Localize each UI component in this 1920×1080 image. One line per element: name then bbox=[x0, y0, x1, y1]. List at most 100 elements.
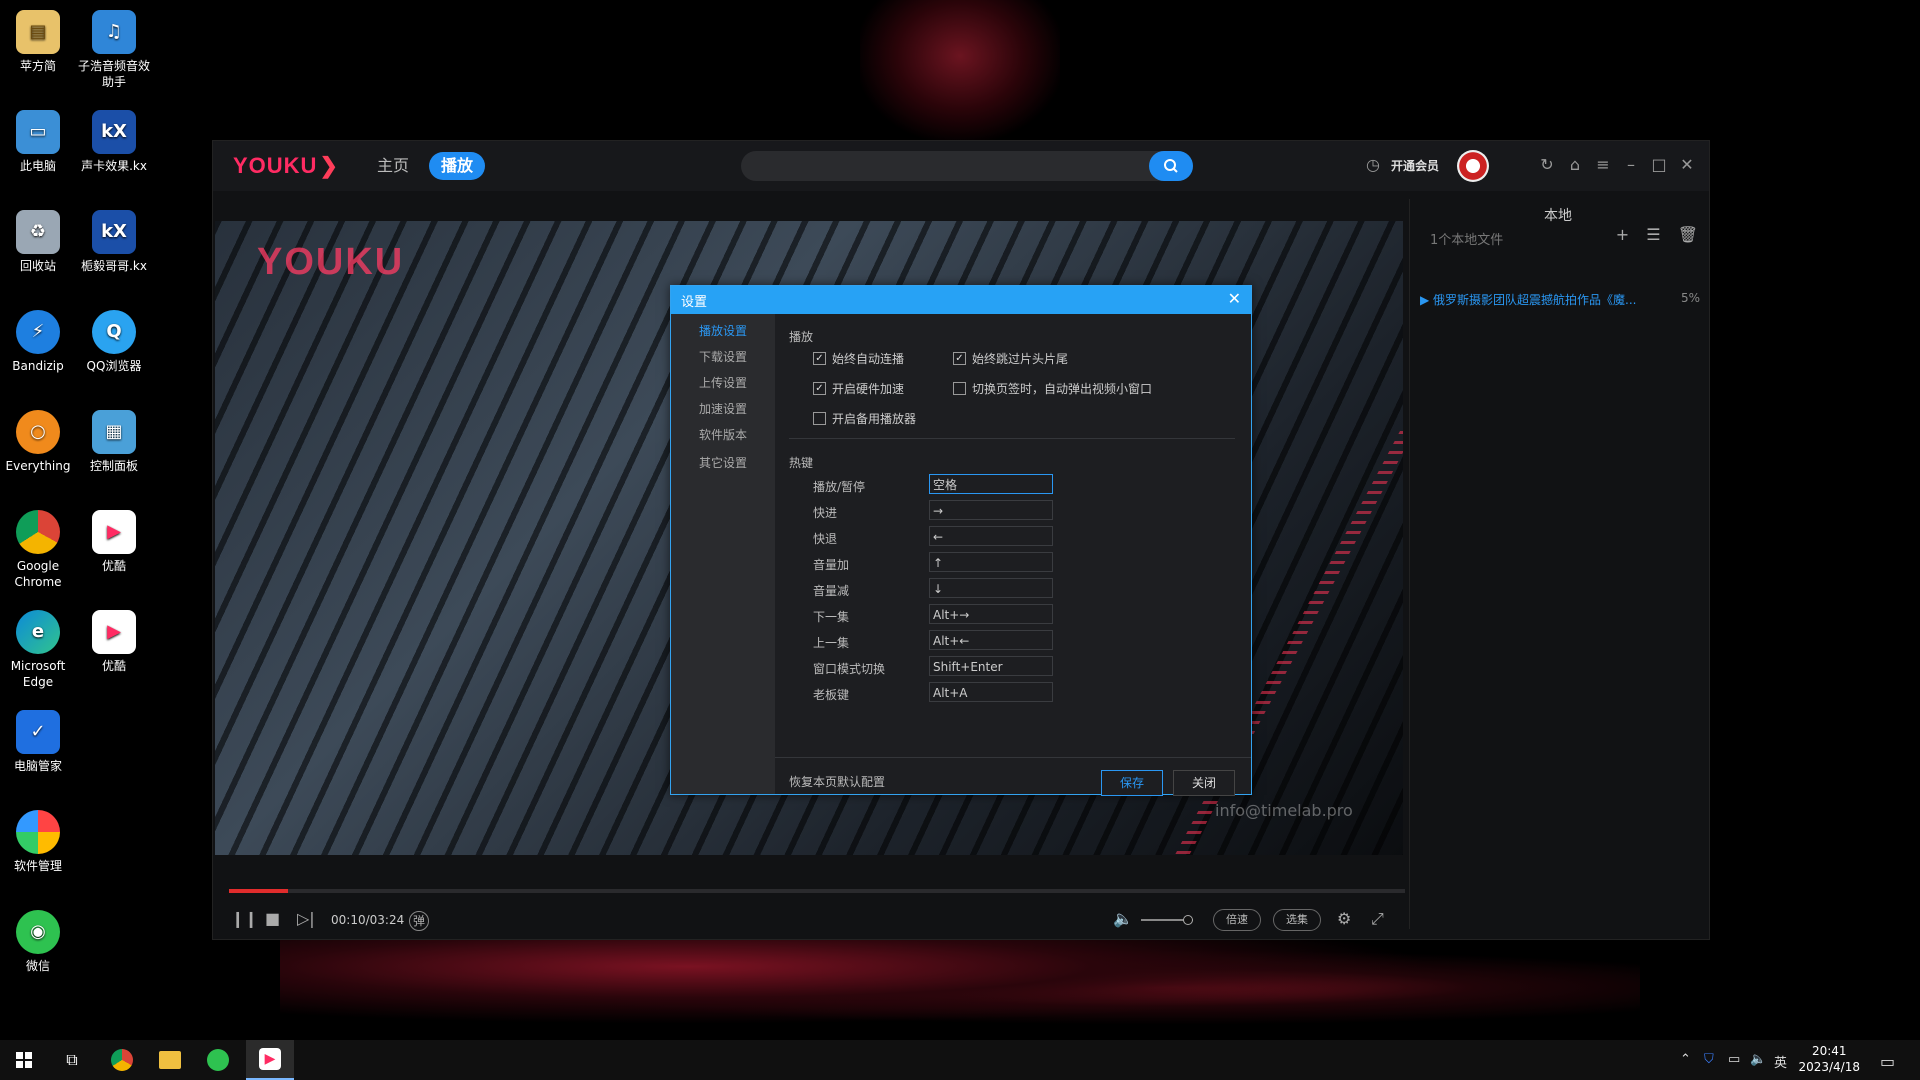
avatar[interactable] bbox=[1457, 150, 1489, 182]
desktop-icon-soundcard-kx[interactable]: kX 声卡效果.kx bbox=[76, 110, 152, 174]
speed-button[interactable]: 倍速 bbox=[1213, 909, 1261, 931]
history-icon[interactable]: ◷ bbox=[1363, 155, 1383, 175]
tab-upload-settings[interactable]: 上传设置 bbox=[699, 374, 747, 391]
nav-play[interactable]: 播放 bbox=[429, 152, 486, 180]
tab-download-settings[interactable]: 下载设置 bbox=[699, 348, 747, 365]
ime-indicator[interactable]: 英 bbox=[1774, 1052, 1787, 1071]
hotkey-input-volume-down[interactable]: ↓ bbox=[929, 578, 1053, 598]
checkbox-empty-icon[interactable] bbox=[953, 382, 966, 395]
search-input[interactable] bbox=[753, 155, 1137, 179]
desktop-icon-wechat[interactable]: ◉ 微信 bbox=[0, 910, 76, 974]
hotkey-input-prev-episode[interactable]: Alt+← bbox=[929, 630, 1053, 650]
volume-knob[interactable] bbox=[1183, 915, 1193, 925]
tray-chevron-icon[interactable]: ⌃ bbox=[1680, 1052, 1691, 1067]
desktop-icon-software-manager[interactable]: 软件管理 bbox=[0, 810, 76, 874]
tab-other-settings[interactable]: 其它设置 bbox=[699, 454, 747, 471]
nav-home[interactable]: 主页 bbox=[365, 152, 421, 180]
close-icon[interactable]: ✕ bbox=[1677, 155, 1697, 175]
progress-bar[interactable] bbox=[229, 889, 1405, 893]
close-button[interactable]: 关闭 bbox=[1173, 770, 1235, 796]
episodes-button[interactable]: 选集 bbox=[1273, 909, 1321, 931]
close-icon[interactable]: ✕ bbox=[1228, 289, 1241, 308]
local-tab[interactable]: 本地 bbox=[1410, 205, 1706, 225]
clock[interactable]: 20:41 2023/4/18 bbox=[1798, 1043, 1860, 1075]
stop-icon[interactable]: ■ bbox=[265, 909, 280, 928]
desktop-icon-pc-manager[interactable]: ✓ 电脑管家 bbox=[0, 710, 76, 774]
desktop-icon-youku-2[interactable]: ▶ 优酷 bbox=[76, 610, 152, 674]
hotkey-label: 音量减 bbox=[813, 584, 850, 598]
hotkey-input-next-episode[interactable]: Alt+→ bbox=[929, 604, 1053, 624]
hotkey-input-window-mode[interactable]: Shift+Enter bbox=[929, 656, 1053, 676]
speaker-icon[interactable]: 🔈 bbox=[1750, 1052, 1766, 1067]
desktop-icon-everything[interactable]: ○ Everything bbox=[0, 410, 76, 474]
list-icon[interactable]: ☰ bbox=[1646, 225, 1660, 244]
desktop-icon-chrome[interactable]: Google Chrome bbox=[0, 510, 76, 590]
tab-software-version[interactable]: 软件版本 bbox=[699, 426, 747, 443]
option-hardware-accel[interactable]: ✓ 开启硬件加速 bbox=[813, 380, 904, 397]
fullscreen-icon[interactable]: ⤢ bbox=[1371, 909, 1384, 929]
start-button[interactable] bbox=[0, 1040, 48, 1080]
refresh-icon[interactable]: ↻ bbox=[1537, 155, 1557, 175]
taskbar-explorer[interactable] bbox=[146, 1040, 194, 1080]
desktop-icon-bandizip[interactable]: ⚡ Bandizip bbox=[0, 310, 76, 374]
tab-play-settings[interactable]: 播放设置 bbox=[699, 322, 747, 339]
next-icon[interactable]: ▷| bbox=[297, 909, 315, 928]
checkbox-empty-icon[interactable] bbox=[813, 412, 826, 425]
settings-dialog: 设置 ✕ 播放设置 下载设置 上传设置 加速设置 软件版本 其它设置 播放 ✓ 始… bbox=[670, 285, 1252, 796]
option-auto-continue[interactable]: ✓ 始终自动连播 bbox=[813, 350, 904, 367]
save-button[interactable]: 保存 bbox=[1101, 770, 1163, 796]
search-button[interactable] bbox=[1149, 151, 1193, 181]
volume-icon[interactable]: 🔈 bbox=[1113, 909, 1133, 928]
volume-slider[interactable] bbox=[1141, 915, 1193, 925]
network-icon[interactable]: ▭ bbox=[1728, 1052, 1740, 1067]
restore-defaults-link[interactable]: 恢复本页默认配置 bbox=[789, 773, 885, 790]
music-icon: ♫ bbox=[92, 10, 136, 54]
desktop-icon-recycle-bin[interactable]: ♻ 回收站 bbox=[0, 210, 76, 274]
tray-shield-icon[interactable]: ⛉ bbox=[1704, 1052, 1714, 1067]
checkbox-checked-icon[interactable]: ✓ bbox=[953, 352, 966, 365]
desktop-icon-pingfang[interactable]: ▤ 苹方简 bbox=[0, 10, 76, 74]
option-mini-window[interactable]: 切换页签时，自动弹出视频小窗口 bbox=[953, 380, 1152, 397]
youku-logo[interactable]: YOUKU❯ bbox=[233, 153, 339, 179]
notification-icon[interactable]: ▭ bbox=[1880, 1052, 1895, 1071]
folder-icon bbox=[159, 1051, 181, 1069]
shield-icon: ✓ bbox=[16, 710, 60, 754]
desktop-icon-audio-helper[interactable]: ♫ 子浩音频音效助手 bbox=[76, 10, 152, 90]
hotkey-input-rewind[interactable]: ← bbox=[929, 526, 1053, 546]
trash-icon[interactable]: 🗑 bbox=[1678, 225, 1698, 244]
desktop-icon-youku-1[interactable]: ▶ 优酷 bbox=[76, 510, 152, 574]
option-skip-intro[interactable]: ✓ 始终跳过片头片尾 bbox=[953, 350, 1068, 367]
hotkey-input-forward[interactable]: → bbox=[929, 500, 1053, 520]
minimize-icon[interactable]: – bbox=[1621, 155, 1641, 175]
settings-icon[interactable]: ⚙ bbox=[1337, 909, 1351, 928]
pause-icon[interactable]: ❙❙ bbox=[231, 909, 258, 928]
option-backup-player[interactable]: 开启备用播放器 bbox=[813, 410, 916, 427]
desktop-icon-kx-2[interactable]: kX 栀毅哥哥.kx bbox=[76, 210, 152, 274]
checkbox-checked-icon[interactable]: ✓ bbox=[813, 352, 826, 365]
add-icon[interactable]: + bbox=[1616, 225, 1629, 244]
danmaku-toggle[interactable]: 弹 bbox=[409, 911, 429, 931]
tab-acceleration-settings[interactable]: 加速设置 bbox=[699, 400, 747, 417]
maximize-icon[interactable]: □ bbox=[1649, 155, 1669, 175]
search-icon: ○ bbox=[16, 410, 60, 454]
task-view-icon[interactable]: ⧉ bbox=[48, 1040, 96, 1080]
vip-link[interactable]: 开通会员 bbox=[1391, 157, 1439, 174]
desktop-icon-this-pc[interactable]: ▭ 此电脑 bbox=[0, 110, 76, 174]
wallpaper-robot-top bbox=[860, 0, 1060, 140]
desktop-icon-qq-browser[interactable]: Q QQ浏览器 bbox=[76, 310, 152, 374]
search-bar[interactable] bbox=[741, 151, 1193, 181]
list-item[interactable]: ▶ 俄罗斯摄影团队超震撼航拍作品《魔... 5% bbox=[1420, 291, 1700, 308]
kx-file-icon: kX bbox=[92, 110, 136, 154]
taskbar-chrome[interactable] bbox=[98, 1040, 146, 1080]
taskbar-youku[interactable]: ▶ bbox=[246, 1040, 294, 1080]
taskbar-wechat[interactable] bbox=[194, 1040, 242, 1080]
hotkey-input-volume-up[interactable]: ↑ bbox=[929, 552, 1053, 572]
hotkey-input-boss-key[interactable]: Alt+A bbox=[929, 682, 1053, 702]
menu-icon[interactable]: ≡ bbox=[1593, 155, 1613, 175]
checkbox-checked-icon[interactable]: ✓ bbox=[813, 382, 826, 395]
hotkey-input-play-pause[interactable]: 空格 bbox=[929, 474, 1053, 494]
desktop-icon-edge[interactable]: e Microsoft Edge bbox=[0, 610, 76, 690]
section-hotkeys: 热键 bbox=[789, 456, 814, 470]
skin-icon[interactable]: ⌂ bbox=[1565, 155, 1585, 175]
desktop-icon-control-panel[interactable]: ▦ 控制面板 bbox=[76, 410, 152, 474]
